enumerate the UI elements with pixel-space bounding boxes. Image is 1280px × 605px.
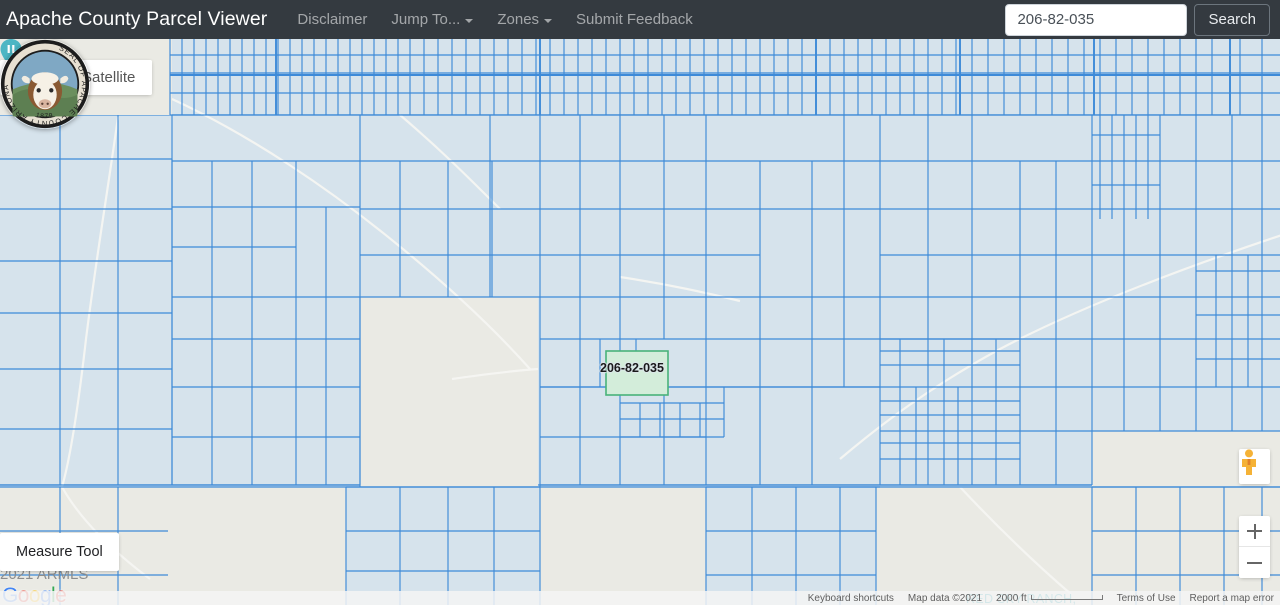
map-attribution-bar: Keyboard shortcuts Map data ©2021 2000 f… — [0, 591, 1280, 605]
apache-county-seal-logo: SEAL OF APACHE COUNTY ARIZONA 1879 — [0, 39, 90, 129]
plus-icon-vertical — [1253, 523, 1256, 539]
terms-of-use-link[interactable]: Terms of Use — [1117, 593, 1176, 604]
parcel-viewer-app: Apache County Parcel Viewer Disclaimer J… — [0, 0, 1280, 605]
nav-link-submit-feedback[interactable]: Submit Feedback — [564, 5, 705, 34]
nav-link-label: Disclaimer — [297, 11, 368, 28]
nav-link-zones[interactable]: Zones — [485, 5, 564, 34]
selected-parcel-label: 206-82-035 — [600, 361, 664, 375]
zoom-in-button[interactable] — [1239, 516, 1270, 547]
app-brand-title: Apache County Parcel Viewer — [6, 8, 268, 30]
map-scale-label: 2000 ft — [996, 592, 1027, 604]
map-canvas[interactable]: .pc { fill: #d6e3ec; stroke: #3d8ad8; st… — [0, 39, 1280, 605]
nav-links: Disclaimer Jump To... Zones Submit Feedb… — [285, 5, 704, 34]
nav-link-jump-to[interactable]: Jump To... — [379, 5, 485, 34]
search-input[interactable] — [1005, 3, 1188, 36]
search-zone: Search — [1005, 3, 1270, 36]
nav-link-label: Submit Feedback — [576, 11, 693, 28]
street-view-pegman-button[interactable] — [1239, 449, 1270, 484]
search-button[interactable]: Search — [1194, 3, 1270, 36]
map-data-credit: Map data ©2021 — [907, 592, 983, 604]
minus-icon — [1247, 561, 1262, 564]
keyboard-shortcuts-link[interactable]: Keyboard shortcuts — [808, 593, 894, 604]
zoom-controls — [1239, 516, 1270, 578]
nav-link-label: Zones — [497, 11, 540, 28]
map-scale-indicator: 2000 ft — [996, 593, 1103, 604]
chevron-down-icon — [544, 18, 553, 23]
nav-link-disclaimer[interactable]: Disclaimer — [285, 5, 379, 34]
top-navbar: Apache County Parcel Viewer Disclaimer J… — [0, 0, 1280, 39]
chevron-down-icon — [465, 18, 474, 23]
street-view-pegman-icon — [1242, 449, 1256, 475]
map-scale-bar — [1030, 594, 1103, 600]
parcel-vector-layer: .pc { fill: #d6e3ec; stroke: #3d8ad8; st… — [0, 39, 1280, 605]
nav-link-label: Jump To... — [391, 11, 461, 28]
measure-tool-button[interactable]: Measure Tool — [0, 533, 119, 571]
zoom-out-button[interactable] — [1239, 547, 1270, 578]
report-map-error-link[interactable]: Report a map error — [1190, 593, 1274, 604]
